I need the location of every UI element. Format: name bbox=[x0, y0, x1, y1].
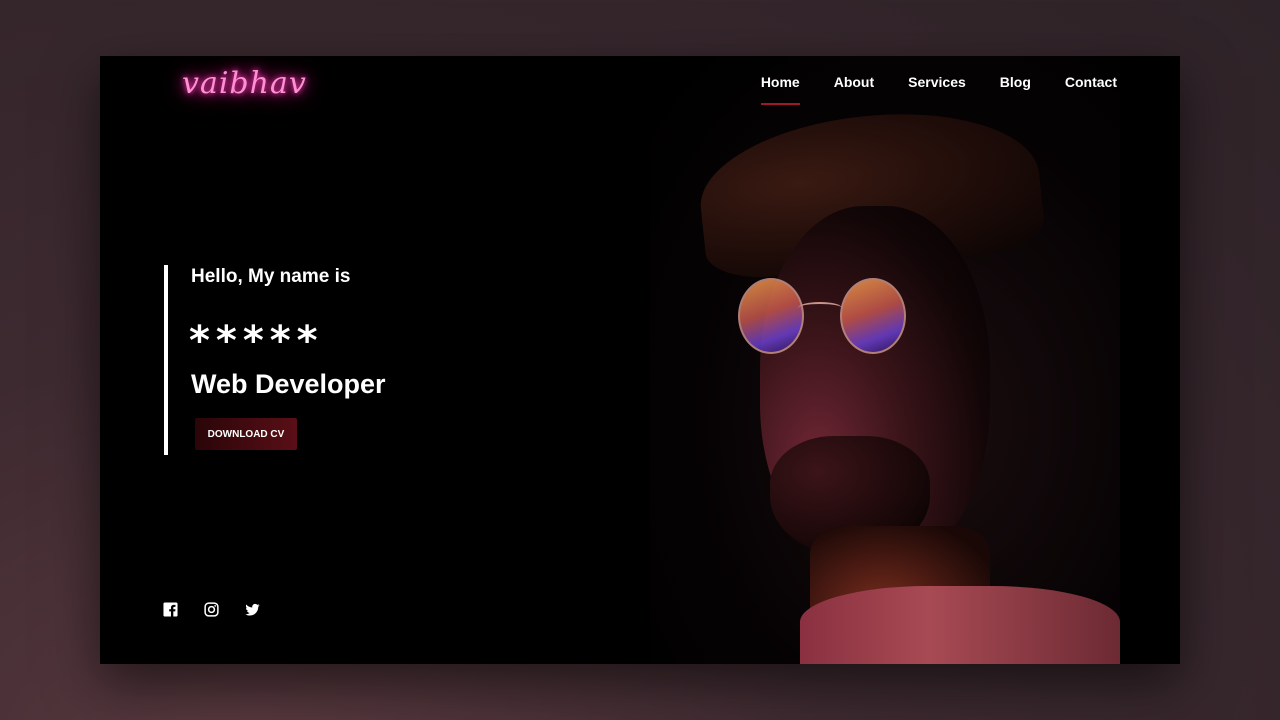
nav-item-blog[interactable]: Blog bbox=[1000, 74, 1031, 90]
twitter-icon[interactable] bbox=[245, 602, 260, 617]
social-links bbox=[163, 602, 260, 617]
download-cv-button[interactable]: DOWNLOAD CV bbox=[195, 418, 297, 450]
portrait-glasses-left-lens bbox=[738, 278, 804, 354]
portfolio-page: vaibhav Home About Services Blog Contact… bbox=[100, 56, 1180, 664]
hero-accent-bar bbox=[164, 265, 168, 455]
portrait-glasses-right-lens bbox=[840, 278, 906, 354]
main-nav: Home About Services Blog Contact bbox=[760, 74, 1117, 105]
facebook-icon[interactable] bbox=[163, 602, 178, 617]
hero-portrait-image bbox=[650, 56, 1120, 664]
nav-item-home[interactable]: Home bbox=[760, 74, 800, 105]
nav-item-contact[interactable]: Contact bbox=[1065, 74, 1117, 90]
site-logo[interactable]: vaibhav bbox=[182, 66, 307, 101]
hero-greeting: Hello, My name is bbox=[191, 266, 351, 287]
portrait-glasses-bridge bbox=[798, 302, 842, 314]
instagram-icon[interactable] bbox=[204, 602, 219, 617]
hero-name: ***** bbox=[189, 318, 324, 364]
nav-item-about[interactable]: About bbox=[834, 74, 874, 90]
portrait-shirt bbox=[800, 586, 1120, 664]
hero-role: Web Developer bbox=[191, 369, 386, 399]
nav-item-services[interactable]: Services bbox=[908, 74, 966, 90]
